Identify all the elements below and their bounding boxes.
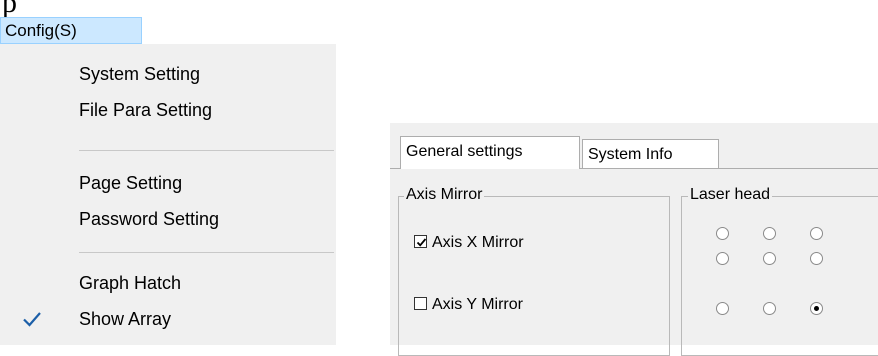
laser-head-radio-r2c2[interactable] bbox=[763, 252, 776, 265]
axis-mirror-group bbox=[398, 196, 670, 356]
menu-item-label: File Para Setting bbox=[79, 100, 213, 120]
laser-head-radio-r3c2[interactable] bbox=[763, 302, 776, 315]
menu-config[interactable]: Config(S) bbox=[0, 17, 142, 44]
menu-item-label: Page Setting bbox=[79, 173, 183, 193]
tab-system-info[interactable]: System Info bbox=[582, 139, 719, 169]
menu-item-label: Graph Hatch bbox=[79, 273, 182, 293]
axis-y-mirror-label: Axis Y Mirror bbox=[432, 296, 523, 313]
menu-item-system-setting[interactable]: System Setting bbox=[0, 56, 336, 92]
menu-item-graph-hatch[interactable]: Graph Hatch bbox=[0, 265, 336, 301]
axis-mirror-title: Axis Mirror bbox=[404, 186, 485, 204]
axis-y-mirror-checkbox[interactable] bbox=[414, 297, 427, 310]
laser-head-radio-r3c3[interactable] bbox=[810, 302, 823, 315]
check-icon bbox=[20, 307, 44, 331]
menu-item-label: System Setting bbox=[79, 64, 201, 84]
axis-x-mirror-checkbox[interactable] bbox=[414, 235, 427, 248]
tab-label: General settings bbox=[406, 143, 523, 160]
menu-separator bbox=[79, 150, 334, 151]
laser-head-radio-r2c1[interactable] bbox=[716, 252, 729, 265]
laser-head-group bbox=[681, 196, 878, 356]
menu-separator bbox=[79, 252, 334, 253]
menu-item-page-setting[interactable]: Page Setting bbox=[0, 165, 336, 201]
menu-item-show-array[interactable]: Show Array bbox=[0, 301, 336, 337]
menu-item-label: Show Array bbox=[79, 309, 172, 329]
tab-general-settings[interactable]: General settings bbox=[400, 136, 580, 169]
menu-item-label: Password Setting bbox=[79, 209, 220, 229]
axis-x-mirror-label: Axis X Mirror bbox=[432, 234, 524, 251]
laser-head-radio-r3c1[interactable] bbox=[716, 302, 729, 315]
tab-label: System Info bbox=[588, 146, 673, 163]
config-dropdown-menu: System Setting File Para Setting Page Se… bbox=[0, 44, 336, 345]
laser-head-title: Laser head bbox=[688, 186, 773, 204]
menu-item-password-setting[interactable]: Password Setting bbox=[0, 201, 336, 237]
menu-item-file-para-setting[interactable]: File Para Setting bbox=[0, 92, 336, 128]
radio-selected-dot bbox=[814, 306, 819, 311]
laser-head-radio-r1c3[interactable] bbox=[810, 227, 823, 240]
laser-head-radio-r1c2[interactable] bbox=[763, 227, 776, 240]
laser-head-radio-r2c3[interactable] bbox=[810, 252, 823, 265]
laser-head-radio-r1c1[interactable] bbox=[716, 227, 729, 240]
